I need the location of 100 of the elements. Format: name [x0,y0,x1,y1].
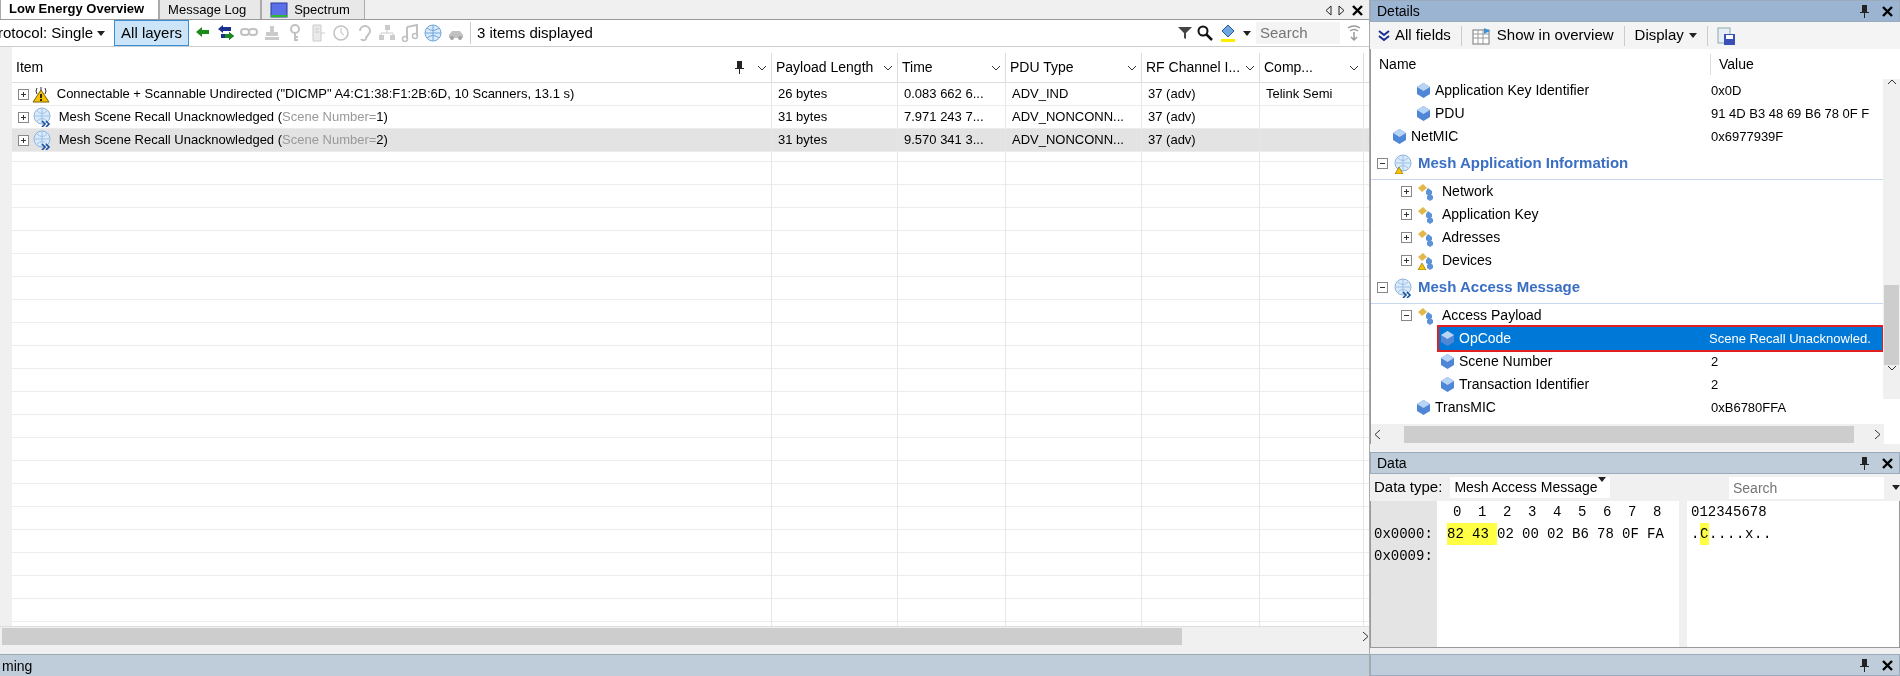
field-name[interactable]: TransMIC [1435,397,1496,418]
filter-icon[interactable] [1178,26,1192,40]
hex-byte[interactable]: B6 [1572,523,1597,545]
field-name[interactable]: NetMIC [1411,126,1459,147]
scrollbar-thumb[interactable] [1403,425,1854,443]
hex-byte[interactable]: FA [1647,523,1672,545]
tab[interactable]: Low Energy Overview [0,0,160,19]
ascii-char[interactable]: . [1709,523,1718,545]
column-header[interactable]: Value [1711,53,1754,75]
field-name[interactable]: Scene Number [1459,351,1553,372]
field-name[interactable]: Application Key Identifier [1435,80,1590,101]
paint-bucket-icon[interactable] [1218,23,1238,43]
table-row[interactable]: Mesh Scene Recall Unacknowledged (Scene Number=2) 31 bytes 9.570 341 3... ADV_NONCONN... 37 (adv) [12,129,1369,152]
hex-byte[interactable]: 43 [1472,523,1497,545]
chevron-down-icon[interactable] [1349,64,1359,71]
scroll-left-icon[interactable] [1374,428,1381,440]
tree-item[interactable]: Application Key [1442,204,1539,225]
collapse-icon[interactable] [1377,282,1388,293]
field-name[interactable]: PDU [1435,103,1465,124]
expand-icon[interactable] [18,134,29,146]
ascii-char[interactable]: . [1718,523,1727,545]
table-row[interactable]: Connectable + Scannable Undirected ("DICMP" A4:C1:38:F1:2B:6D, 10 Scanners, 13.1 s) 26 bytes 0.083 662 6... ADV_IND 37 (adv) Telink Semi [12,83,1369,106]
search-field[interactable]: Search [1256,22,1340,44]
hex-byte[interactable]: 02 [1547,523,1572,545]
diamond-icon [1393,129,1406,144]
ascii-char[interactable]: x [1745,523,1754,545]
scroll-up-icon[interactable] [1886,79,1897,85]
pin-icon[interactable] [1859,456,1869,470]
column-header[interactable]: RF Channel I... [1142,53,1260,82]
caret-icon [1598,477,1607,482]
offset-label: 1 [1477,503,1488,522]
scroll-down-icon[interactable] [1886,365,1897,371]
hex-byte[interactable]: 0F [1622,523,1647,545]
toolbar-button[interactable]: Show in overview [1469,24,1616,47]
tree-item[interactable]: Network [1442,181,1494,202]
selected-field-row[interactable]: OpCode Scene Recall Unacknowled. [1439,327,1882,350]
save-icon[interactable] [1715,25,1736,46]
hex-byte[interactable]: 78 [1597,523,1622,545]
close-icon[interactable] [1882,659,1893,671]
column-header[interactable]: Payload Length [772,53,898,82]
ascii-char[interactable]: . [1727,523,1736,545]
expand-icon[interactable] [18,111,29,123]
download-signal-icon[interactable] [1345,24,1363,42]
chevron-down-icon[interactable] [757,64,767,71]
field-name[interactable]: OpCode [1459,328,1512,349]
column-header[interactable]: Item [12,53,772,82]
tree-item[interactable]: Devices [1442,250,1492,271]
pin-icon[interactable] [1859,658,1869,672]
chevron-down-icon[interactable] [991,64,1001,71]
chevron-down-icon[interactable] [1127,64,1137,71]
field-name[interactable]: Transaction Identifier [1459,374,1590,395]
scroll-left-icon[interactable] [1324,4,1332,16]
scroll-right-icon[interactable] [1338,4,1345,16]
display-dropdown[interactable]: Display [1632,24,1699,47]
column-header[interactable]: Comp... [1260,53,1364,82]
collapse-icon[interactable] [1377,158,1388,169]
table-row[interactable]: Mesh Scene Recall Unacknowledged (Scene Number=1) 31 bytes 7.971 243 7... ADV_NONCONN... 37 (adv) [12,106,1369,129]
collapse-icon[interactable] [1401,310,1412,321]
offset-label: 8 [1652,503,1663,522]
data-type-dropdown[interactable]: Mesh Access Message [1450,477,1611,498]
ascii-char[interactable]: . [1763,523,1772,545]
tab[interactable]: Message Log [159,0,262,19]
toolbar-button[interactable]: All fields [1376,24,1453,47]
scrollbar-thumb[interactable] [1884,285,1899,365]
close-icon[interactable] [1351,4,1363,16]
ascii-char[interactable]: . [1736,523,1745,545]
column-header[interactable]: Time [898,53,1006,82]
pin-icon[interactable] [734,61,744,74]
column-header[interactable]: PDU Type [1006,53,1142,82]
expand-icon[interactable] [18,88,29,100]
scroll-right-icon[interactable] [1874,428,1881,440]
tree-item[interactable]: Access Payload [1442,305,1542,326]
search-field[interactable]: Search [1729,476,1884,499]
ascii-char[interactable]: . [1754,523,1763,545]
spectrum-icon [270,1,289,18]
ascii-char[interactable]: . [1691,523,1700,545]
expand-icon[interactable] [1401,255,1412,266]
tab[interactable]: Spectrum [261,0,365,19]
hex-byte[interactable]: 00 [1522,523,1547,545]
expand-icon[interactable] [1401,209,1412,220]
tree-item[interactable]: Adresses [1442,227,1501,248]
ascii-char[interactable]: C [1700,523,1709,545]
hex-byte[interactable]: 02 [1497,523,1522,545]
table-icon [1471,26,1492,45]
scroll-right-icon[interactable] [1362,631,1369,642]
chevron-down-icon[interactable] [883,64,893,71]
column-header[interactable]: Name [1371,53,1711,75]
close-icon[interactable] [1882,5,1893,17]
chevron-down-icon[interactable] [1245,64,1255,71]
swap-arrows-icon[interactable] [216,24,235,42]
hex-byte[interactable]: 82 [1447,523,1472,545]
section-title[interactable]: Mesh Access Message [1418,276,1581,299]
scrollbar-thumb[interactable] [2,628,1182,645]
section-title[interactable]: Mesh Application Information [1418,152,1629,175]
pin-icon[interactable] [1859,4,1869,18]
expand-icon[interactable] [1401,186,1412,197]
close-icon[interactable] [1882,457,1893,469]
expand-icon[interactable] [1401,232,1412,243]
layers-toggle[interactable]: All layers [114,19,189,47]
search-icon[interactable] [1197,25,1213,41]
